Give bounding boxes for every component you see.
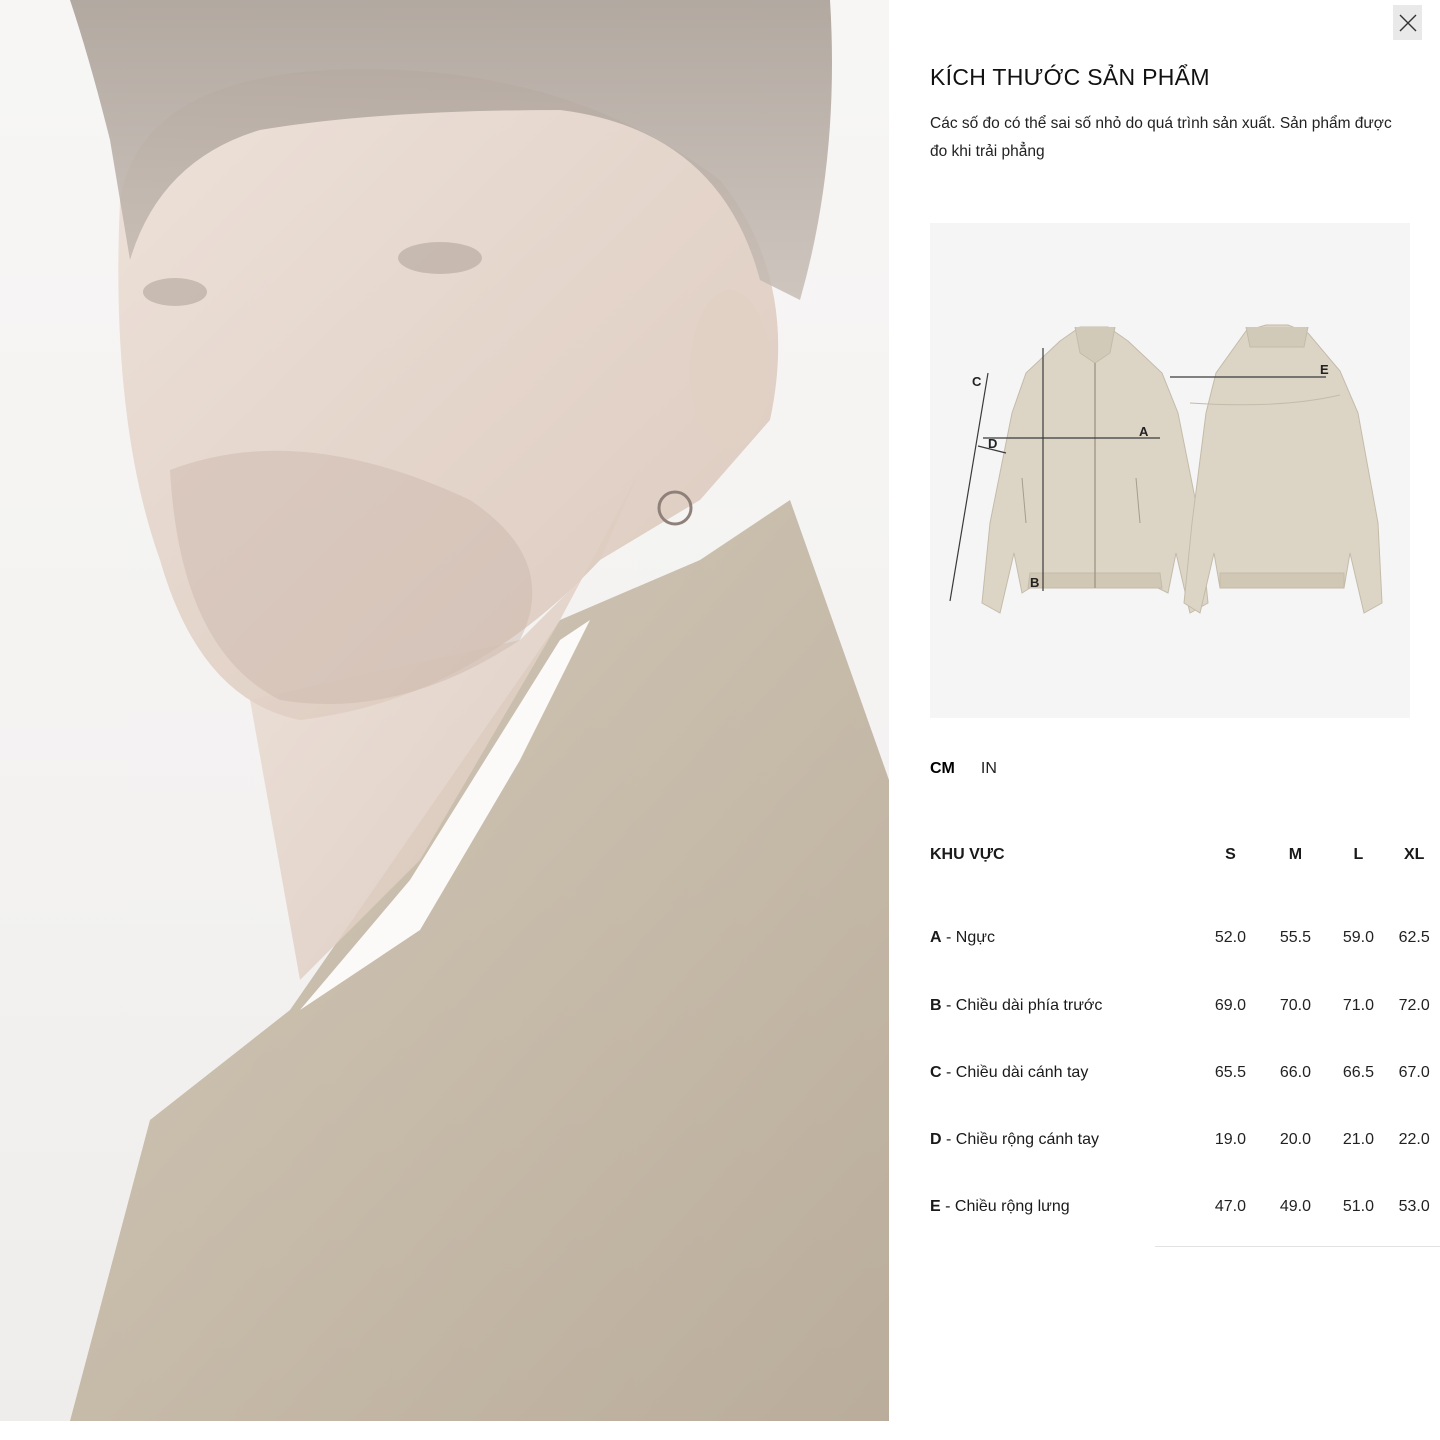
table-cell: 47.0 [1214,1197,1246,1215]
modal-title: KÍCH THƯỚC SẢN PHẨM [930,64,1210,90]
table-cell: 19.0 [1214,1130,1246,1148]
size-table-header: KHU VỰC S M L XL [930,840,1440,870]
table-cell: 72.0 [1398,996,1430,1014]
size-header-xl: XL [1403,846,1425,863]
size-table: KHU VỰC S M L XL A - Ngực 52.0 55.5 59.0… [930,840,1440,1240]
diagram-label-d: D [988,436,997,451]
table-cell: 66.5 [1342,1063,1374,1081]
measurement-diagram: C D A B E [930,223,1410,718]
row-label: D - Chiều rộng cánh tay [930,1130,1099,1148]
table-cell: 22.0 [1398,1130,1430,1148]
table-row: A - Ngực 52.0 55.5 59.0 62.5 [930,870,1440,972]
table-divider [1155,1246,1440,1247]
diagram-label-a: A [1139,424,1149,439]
table-cell: 69.0 [1214,996,1246,1014]
unit-cm-tab[interactable]: CM [930,760,955,778]
table-row: C - Chiều dài cánh tay 65.5 66.0 66.5 67… [930,1039,1440,1106]
diagram-label-b: B [1030,575,1039,590]
close-icon [1399,14,1416,31]
size-header-m: M [1288,846,1303,863]
modal-description: Các số đo có thể sai số nhỏ do quá trình… [930,115,1392,160]
table-cell: 55.5 [1279,929,1311,946]
diagram-label-e: E [1320,362,1329,377]
table-row: B - Chiều dài phía trước 69.0 70.0 71.0 … [930,972,1440,1039]
jacket-back [1183,324,1383,614]
unit-in-tab[interactable]: IN [981,760,997,778]
table-cell: 51.0 [1342,1197,1374,1215]
size-header-l: L [1353,846,1364,863]
table-cell: 65.5 [1214,1063,1246,1081]
table-cell: 71.0 [1342,996,1374,1014]
size-header-s: S [1225,846,1236,863]
row-label: E - Chiều rộng lưng [930,1197,1070,1215]
diagram-label-c: C [972,374,982,389]
table-cell: 67.0 [1398,1063,1430,1081]
jacket-measurement-illustration: C D A B E [949,324,1383,614]
region-header: KHU VỰC [930,846,1005,863]
table-cell: 53.0 [1398,1197,1430,1215]
unit-switch: CM IN [930,760,997,778]
table-cell: 70.0 [1279,996,1311,1014]
table-cell: 49.0 [1279,1197,1311,1215]
row-label: C - Chiều dài cánh tay [930,1063,1089,1081]
close-button[interactable] [1393,5,1422,40]
table-cell: 66.0 [1279,1063,1311,1081]
table-cell: 20.0 [1279,1130,1311,1148]
row-label: B - Chiều dài phía trước [930,996,1103,1014]
table-row: D - Chiều rộng cánh tay 19.0 20.0 21.0 2… [930,1106,1440,1173]
product-photo [0,0,889,1421]
table-cell: 59.0 [1342,929,1374,946]
table-cell: 62.5 [1398,929,1430,946]
table-cell: 52.0 [1214,929,1246,946]
model-photo-illustration [70,0,889,1421]
table-row: E - Chiều rộng lưng 47.0 49.0 51.0 53.0 [930,1173,1440,1240]
row-label: A - Ngực [930,929,995,946]
table-cell: 21.0 [1342,1130,1374,1148]
jacket-front [981,326,1209,614]
